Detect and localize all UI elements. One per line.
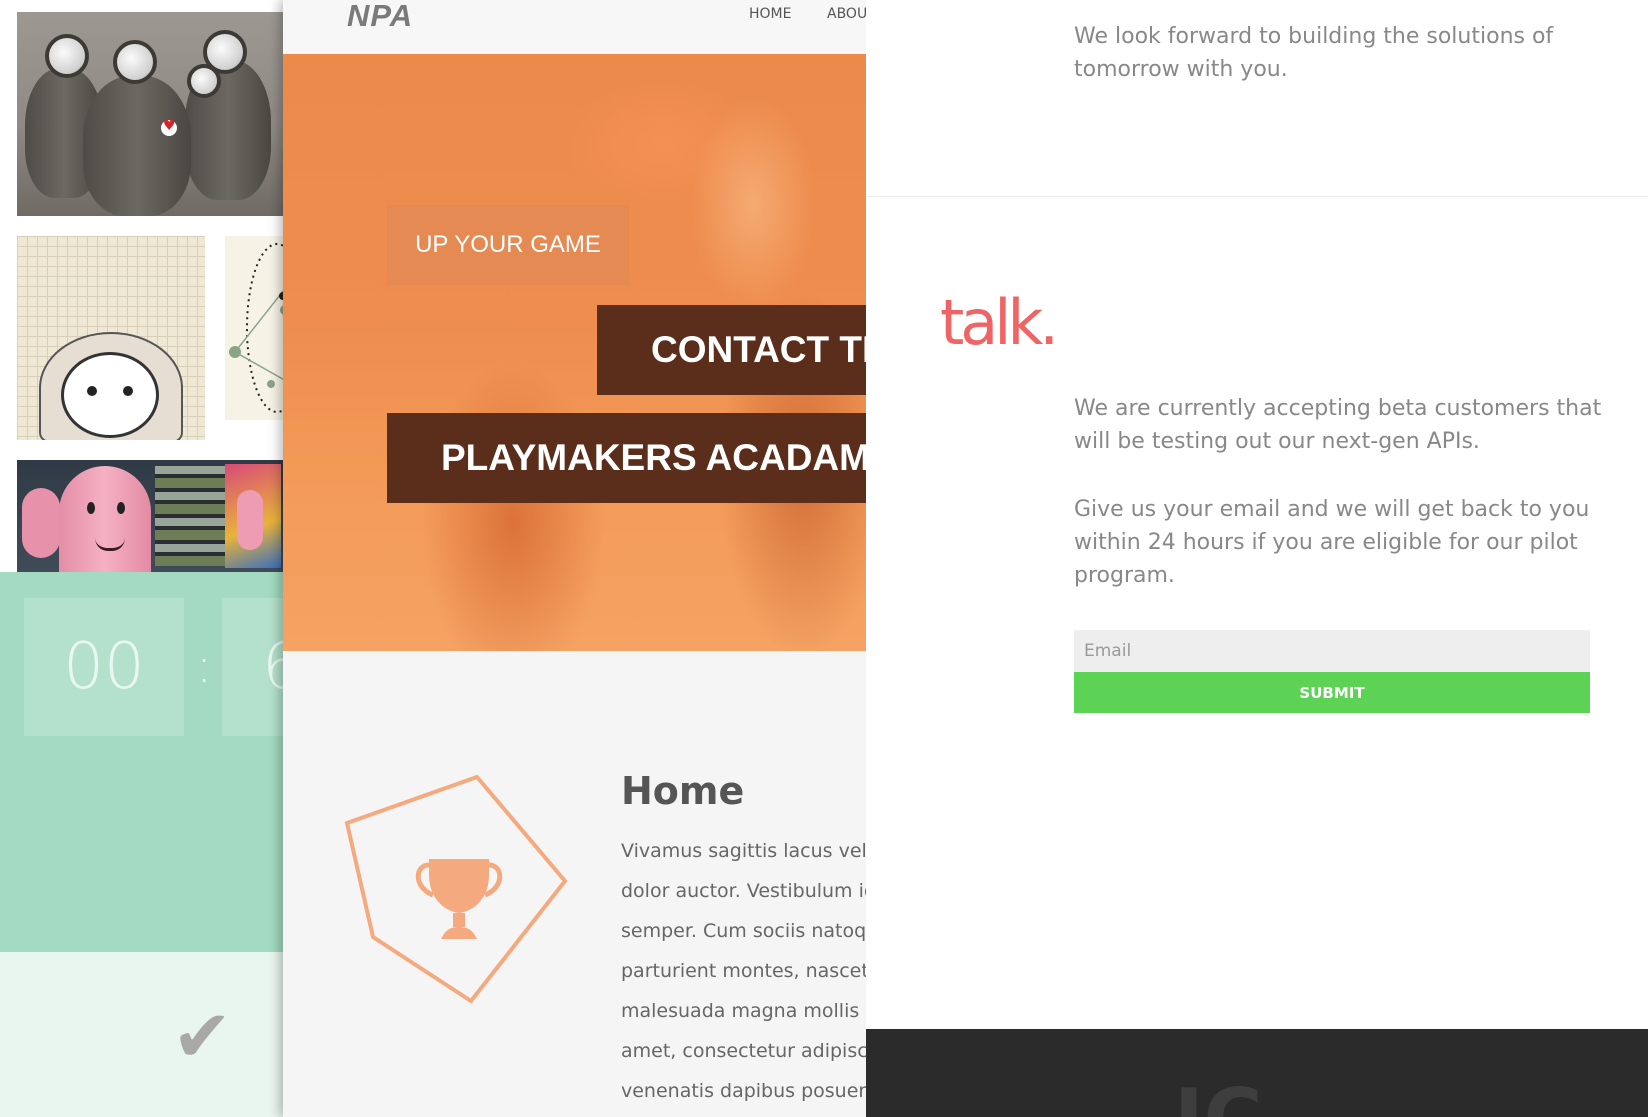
npa-navbar: NPA HOME ABOU [283,0,866,54]
submit-button[interactable]: SUBMIT [1074,672,1590,713]
email-field[interactable] [1074,630,1590,672]
npa-logo[interactable]: NPA [347,0,413,34]
academy-banner: PLAYMAKERS ACADAMEY [387,413,866,503]
pink-character-image[interactable] [17,460,283,572]
check-area: ✔ [0,952,283,1117]
talk-logo[interactable]: talk. [940,286,1059,359]
home-text-line: dolor auctor. Vestibulum id [621,880,866,902]
orbit-diagram-image[interactable] [225,236,283,420]
nav-link-about[interactable]: ABOU [827,6,866,22]
email-paragraph: Give us your email and we will get back … [1074,497,1590,588]
checkmark-icon[interactable]: ✔ [172,1000,232,1072]
timer-separator: : [196,638,213,694]
home-text-line: semper. Cum sociis natoqu [621,920,866,942]
intro-text: We look forward to building the solution… [1074,24,1554,82]
home-text-line: amet, consectetur adipiscin [621,1040,866,1062]
gallery-panel: 00 : 6 ✔ [0,0,283,1117]
up-your-game-button[interactable]: UP YOUR GAME [387,205,629,285]
contact-banner: CONTACT TH [597,305,866,395]
home-text-line: venenatis dapibus posuere [621,1080,866,1102]
heart-icon [161,118,177,136]
npa-site-panel: NPA HOME ABOU UP YOUR GAME CONTACT TH PL… [283,0,866,1117]
hero-section: UP YOUR GAME CONTACT TH PLAYMAKERS ACADA… [283,54,866,651]
countdown-timer: 00 : 6 [0,572,283,952]
beta-paragraph: We are currently accepting beta customer… [1074,396,1602,454]
footer-text: IC [1174,1079,1262,1117]
home-body-text: Vivamus sagittis lacus vel au dolor auct… [621,831,866,1111]
home-text-line: malesuada magna mollis e [621,1000,866,1022]
home-section: Home Vivamus sagittis lacus vel au dolor… [283,651,866,1117]
nav-link-home[interactable]: HOME [749,6,791,22]
trophy-icon [344,774,568,1004]
home-text-line: Vivamus sagittis lacus vel au [621,840,866,862]
section-divider [866,196,1648,197]
cat-drawing-image[interactable] [17,236,205,440]
footer: IC [866,1029,1648,1117]
robots-image[interactable] [17,12,283,216]
timer-minutes: 00 [24,598,184,736]
home-title: Home [621,769,745,813]
home-text-line: parturient montes, nascetu [621,960,866,982]
talk-site-panel: We look forward to building the solution… [866,0,1648,1117]
timer-seconds: 6 [222,598,283,736]
